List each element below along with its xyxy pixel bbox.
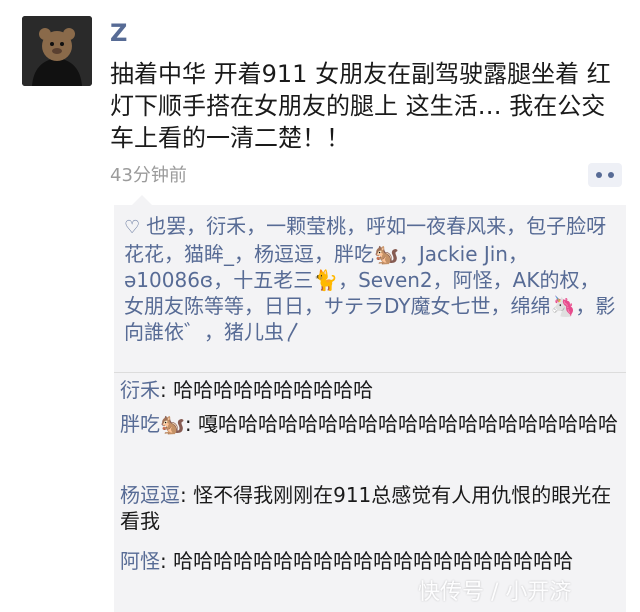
author-name[interactable]: Z bbox=[110, 18, 127, 48]
comment-box: ♡ 也罢，衍禾，一颗莹桃，呼如一夜春风来，包子脸呀花花，猫眸_，杨逗逗，胖吃🐿️，… bbox=[114, 195, 626, 612]
watermark: 快传号 / 小开济 bbox=[418, 580, 572, 605]
comment-author[interactable]: 胖吃🐿️ bbox=[120, 412, 185, 436]
comment-text: 嘎哈哈哈哈哈哈哈哈哈哈哈哈哈哈哈哈哈哈哈哈 bbox=[198, 412, 619, 436]
likes-list[interactable]: ♡ 也罢，衍禾，一颗莹桃，呼如一夜春风来，包子脸呀花花，猫眸_，杨逗逗，胖吃🐿️，… bbox=[124, 213, 619, 345]
likes-divider bbox=[114, 372, 626, 373]
post-text: 抽着中华 开着911 女朋友在副驾驶露腿坐着 红灯下顺手搭在女朋友的腿上 这生活… bbox=[110, 60, 611, 152]
comment-item[interactable]: 阿怪: 哈哈哈哈哈哈哈哈哈哈哈哈哈哈哈哈哈哈哈哈 bbox=[120, 548, 620, 574]
comment-text: 哈哈哈哈哈哈哈哈哈哈哈哈哈哈哈哈哈哈哈哈 bbox=[173, 549, 574, 573]
comment-author[interactable]: 杨逗逗 bbox=[120, 483, 180, 507]
more-dots-icon bbox=[608, 172, 614, 178]
comment-item[interactable]: 胖吃🐿️: 嘎哈哈哈哈哈哈哈哈哈哈哈哈哈哈哈哈哈哈哈哈 bbox=[120, 411, 620, 437]
comment-author[interactable]: 阿怪 bbox=[120, 549, 160, 573]
comment-text: 哈哈哈哈哈哈哈哈哈哈 bbox=[173, 378, 374, 402]
more-button[interactable] bbox=[588, 163, 622, 187]
comment-item[interactable]: 杨逗逗: 怪不得我刚刚在911总感觉有人用仇恨的眼光在看我 bbox=[120, 482, 620, 534]
comment-text: 怪不得我刚刚在911总感觉有人用仇恨的眼光在看我 bbox=[120, 483, 612, 533]
avatar-image bbox=[22, 16, 92, 86]
more-dots-icon bbox=[596, 172, 602, 178]
heart-icon: ♡ bbox=[124, 217, 141, 238]
likes-text: 也罢，衍禾，一颗莹桃，呼如一夜春风来，包子脸呀花花，猫眸_，杨逗逗，胖吃🐿️，J… bbox=[124, 214, 616, 344]
avatar[interactable] bbox=[22, 16, 92, 86]
post-time: 43分钟前 bbox=[110, 165, 187, 186]
comment-item[interactable]: 衍禾: 哈哈哈哈哈哈哈哈哈哈 bbox=[120, 377, 620, 403]
comment-author[interactable]: 衍禾 bbox=[120, 378, 160, 402]
